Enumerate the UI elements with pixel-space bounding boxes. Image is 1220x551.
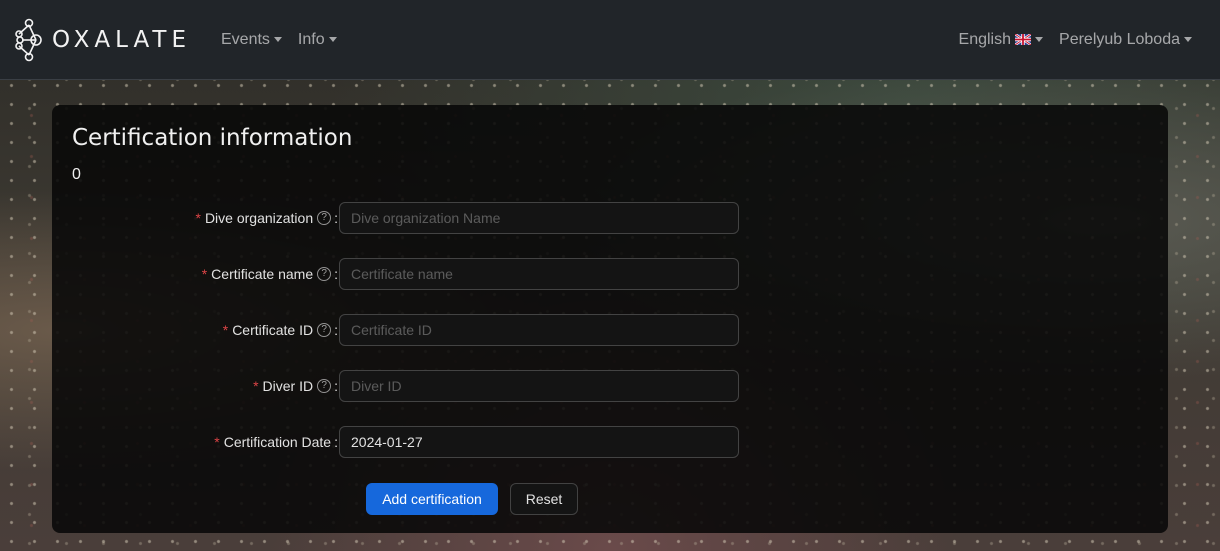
certificate-name-label: * Certificate name ? : bbox=[202, 258, 338, 290]
certificate-id-label-text: Certificate ID bbox=[232, 322, 314, 338]
language-dropdown[interactable]: English bbox=[951, 23, 1051, 57]
caret-down-icon bbox=[1184, 37, 1192, 42]
brand-link[interactable]: OXALATE bbox=[14, 15, 191, 65]
certificate-name-label-text: Certificate name bbox=[211, 266, 314, 282]
required-mark: * bbox=[222, 322, 229, 338]
form-row-diver-id: * Diver ID ? : bbox=[52, 370, 752, 402]
nav-info-dropdown[interactable]: Info bbox=[290, 23, 345, 57]
required-mark: * bbox=[195, 210, 201, 226]
dive-organization-input[interactable] bbox=[339, 202, 739, 234]
question-circle-icon[interactable]: ? bbox=[317, 379, 332, 393]
form-row-dive-organization: * Dive organization ? : bbox=[52, 202, 752, 234]
molecule-logo-icon bbox=[15, 18, 42, 61]
dive-organization-label-text: Dive organization bbox=[204, 210, 314, 226]
label-colon: : bbox=[334, 210, 338, 226]
caret-down-icon bbox=[328, 37, 337, 42]
certification-date-label: * Certification Date : bbox=[214, 426, 338, 458]
nav-events-label: Events bbox=[221, 30, 270, 48]
caret-down-icon bbox=[273, 37, 282, 42]
card-title: Certification information bbox=[72, 125, 353, 151]
question-circle-icon[interactable]: ? bbox=[317, 267, 332, 281]
question-circle-icon[interactable]: ? bbox=[317, 211, 332, 225]
caret-down-icon bbox=[1035, 37, 1044, 42]
form-row-certificate-name: * Certificate name ? : bbox=[52, 258, 752, 290]
required-mark: * bbox=[253, 378, 259, 394]
certification-card: Certification information 0 * Dive organ… bbox=[52, 105, 1168, 533]
diver-id-input[interactable] bbox=[339, 370, 739, 402]
user-menu-dropdown[interactable]: Perelyub Loboda bbox=[1051, 23, 1200, 57]
question-circle-icon[interactable]: ? bbox=[317, 323, 332, 337]
nav-info-label: Info bbox=[297, 30, 325, 48]
dive-organization-label: * Dive organization ? : bbox=[195, 202, 338, 234]
top-navbar: OXALATE Events Info English Perelyub Lob… bbox=[0, 0, 1220, 80]
certification-date-input[interactable] bbox=[339, 426, 739, 458]
form-row-certificate-id: * Certificate ID ? : bbox=[52, 314, 752, 346]
required-mark: * bbox=[214, 434, 220, 450]
form-row-certification-date: * Certification Date : bbox=[52, 426, 752, 458]
label-colon: : bbox=[334, 434, 338, 450]
certificate-name-input[interactable] bbox=[339, 258, 739, 290]
diver-id-label: * Diver ID ? : bbox=[253, 370, 338, 402]
certificate-id-input[interactable] bbox=[339, 314, 739, 346]
diver-id-label-text: Diver ID bbox=[262, 378, 314, 394]
label-colon: : bbox=[334, 378, 338, 394]
user-name-label: Perelyub Loboda bbox=[1059, 30, 1180, 48]
reset-button[interactable]: Reset bbox=[510, 483, 578, 515]
certificate-id-label: * Certificate ID ? : bbox=[223, 314, 338, 346]
certification-count: 0 bbox=[72, 166, 81, 183]
label-colon: : bbox=[334, 322, 338, 338]
brand-name: OXALATE bbox=[52, 26, 191, 53]
required-mark: * bbox=[201, 266, 208, 282]
language-label: English bbox=[958, 30, 1012, 48]
uk-flag-icon bbox=[1015, 34, 1032, 45]
nav-events-dropdown[interactable]: Events bbox=[213, 23, 290, 57]
certification-date-label-text: Certification Date bbox=[223, 434, 332, 450]
label-colon: : bbox=[334, 266, 338, 282]
add-certification-button[interactable]: Add certification bbox=[366, 483, 498, 515]
